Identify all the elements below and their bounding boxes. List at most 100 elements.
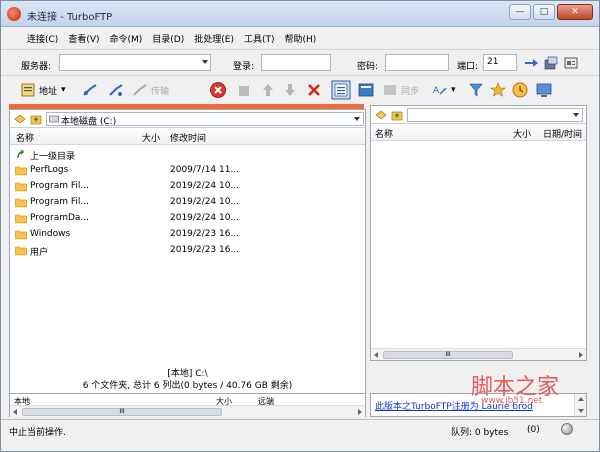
item-name: ProgramDa... <box>30 213 90 223</box>
remote-horizontal-scrollbar[interactable]: III <box>371 348 586 360</box>
close-button[interactable]: ✕ <box>557 4 593 20</box>
queue-count: (0) <box>527 425 540 435</box>
chevron-down-icon[interactable] <box>354 117 360 121</box>
local-column-header: 名称 大小 修改时间 <box>10 128 365 145</box>
log-vertical-scrollbar[interactable] <box>574 394 586 416</box>
menu-command[interactable]: 命令(M) <box>106 28 147 48</box>
scroll-up-icon[interactable] <box>578 397 584 401</box>
menu-directory[interactable]: 目录(D) <box>148 28 188 48</box>
column-name[interactable]: 名称 <box>375 127 393 140</box>
scheduler-clock-icon[interactable] <box>511 81 529 99</box>
remote-path-combo[interactable] <box>407 108 583 122</box>
port-input[interactable]: 21 <box>483 54 517 71</box>
column-size[interactable]: 大小 <box>513 127 531 140</box>
menu-batch[interactable]: 批处理(E) <box>190 28 238 48</box>
disconnect-icon <box>133 84 147 96</box>
bookmark-icon[interactable] <box>375 109 387 121</box>
login-label: 登录: <box>233 62 255 72</box>
password-label: 密码: <box>357 62 379 72</box>
local-summary-stats: 6 个文件夹, 总计 6 列出(0 bytes / 40.76 GB 剩余) <box>82 381 293 391</box>
remote-path-bar <box>371 106 586 124</box>
chevron-down-icon[interactable] <box>573 113 579 117</box>
charset-button[interactable]: A ▾ <box>431 80 456 100</box>
split-view-icon[interactable] <box>357 81 375 99</box>
minimize-button[interactable]: — <box>509 4 531 20</box>
list-item[interactable]: 上一级目录 <box>10 147 365 163</box>
column-date[interactable]: 日期/时间 <box>543 127 582 140</box>
site-manager-icon[interactable] <box>543 55 559 71</box>
up-level-icon <box>17 149 25 159</box>
download-arrow-icon[interactable] <box>281 81 299 99</box>
connect-icon[interactable] <box>81 81 99 99</box>
list-item[interactable]: PerfLogs 2009/7/14 11... <box>10 163 365 179</box>
window-title: 未连接 - TurboFTP <box>27 12 113 23</box>
status-bar: 中止当前操作. 队列: 0 bytes (0) <box>1 419 599 439</box>
menu-connect[interactable]: 连接(C) <box>23 28 62 48</box>
folder-icon <box>15 214 27 224</box>
item-name: 上一级目录 <box>30 152 76 162</box>
port-label: 端口: <box>457 62 479 72</box>
scroll-thumb[interactable]: III <box>383 351 513 359</box>
scroll-right-icon[interactable] <box>579 352 583 358</box>
quick-connect-icon[interactable] <box>107 81 125 99</box>
delete-icon[interactable] <box>305 81 323 99</box>
column-name[interactable]: 名称 <box>16 131 34 144</box>
local-path-text: 本地磁盘 (C:) <box>61 117 117 127</box>
scroll-left-icon[interactable] <box>13 409 17 415</box>
list-item[interactable]: Windows 2019/2/23 16... <box>10 227 365 243</box>
password-input[interactable] <box>385 54 449 71</box>
item-date: 2019/2/23 16... <box>170 245 240 255</box>
list-item[interactable]: Program Fil... 2019/2/24 10... <box>10 195 365 211</box>
scroll-thumb[interactable]: III <box>22 408 222 416</box>
connect-arrow-icon[interactable] <box>523 55 539 71</box>
stop-icon[interactable] <box>209 81 227 99</box>
item-name: Windows <box>30 229 71 239</box>
local-path-combo[interactable]: 本地磁盘 (C:) <box>46 112 364 127</box>
star-icon[interactable] <box>489 81 507 99</box>
maximize-button[interactable]: □ <box>533 4 555 20</box>
svg-text:A: A <box>433 86 440 96</box>
parent-folder-icon[interactable] <box>391 109 403 121</box>
details-view-icon[interactable] <box>331 80 351 100</box>
scroll-down-icon[interactable] <box>578 409 584 413</box>
watermark-url: www.jb51.net <box>481 396 543 406</box>
server-input[interactable] <box>59 54 211 71</box>
chevron-down-icon: ▾ <box>451 85 456 95</box>
folder-icon <box>15 246 27 256</box>
upload-arrow-icon[interactable] <box>259 81 277 99</box>
list-item[interactable]: 用户 2019/2/23 16... <box>10 243 365 259</box>
list-item[interactable]: Program Fil... 2019/2/24 10... <box>10 179 365 195</box>
menu-tools[interactable]: 工具(T) <box>240 28 279 48</box>
title-bar: 未连接 - TurboFTP — □ ✕ <box>1 1 599 27</box>
menu-help[interactable]: 帮助(H) <box>281 28 321 48</box>
sync-button[interactable]: 同步 <box>381 80 419 100</box>
list-item[interactable]: ProgramDa... 2019/2/24 10... <box>10 211 365 227</box>
monitor-icon[interactable] <box>535 81 553 99</box>
item-date: 2019/2/24 10... <box>170 181 240 191</box>
login-input[interactable] <box>261 54 331 71</box>
drive-icon <box>49 115 59 123</box>
item-date: 2019/2/24 10... <box>170 213 240 223</box>
scroll-left-icon[interactable] <box>374 352 378 358</box>
log-horizontal-scrollbar[interactable]: III <box>10 405 365 417</box>
scroll-right-icon[interactable] <box>358 409 362 415</box>
bookmark-icon[interactable] <box>14 113 26 125</box>
local-path-bar: 本地磁盘 (C:) <box>10 110 365 128</box>
connection-bar: 服务器: 登录: 密码: 端口: 21 <box>1 49 599 75</box>
turboftp-window: 未连接 - TurboFTP — □ ✕ 连接(C) 查看(V) 命令(M) 目… <box>0 0 600 452</box>
address-button[interactable]: 地址 ▾ <box>19 80 66 100</box>
chevron-down-icon[interactable] <box>202 60 208 64</box>
local-panel: 本地磁盘 (C:) 名称 大小 修改时间 上一级目录 PerfLogs 2009… <box>9 109 366 395</box>
menu-view[interactable]: 查看(V) <box>64 28 103 48</box>
address-book-icon[interactable] <box>563 55 579 71</box>
filter-icon[interactable] <box>467 81 485 99</box>
status-text: 中止当前操作. <box>9 428 66 438</box>
transfer-button[interactable]: 传输 <box>131 80 169 100</box>
item-date: 2019/2/24 10... <box>170 197 240 207</box>
queue-icon[interactable] <box>235 81 253 99</box>
parent-folder-icon[interactable] <box>30 113 42 125</box>
column-modified[interactable]: 修改时间 <box>170 131 206 144</box>
column-size[interactable]: 大小 <box>142 131 160 144</box>
item-name: Program Fil... <box>30 181 89 191</box>
item-name: Program Fil... <box>30 197 89 207</box>
